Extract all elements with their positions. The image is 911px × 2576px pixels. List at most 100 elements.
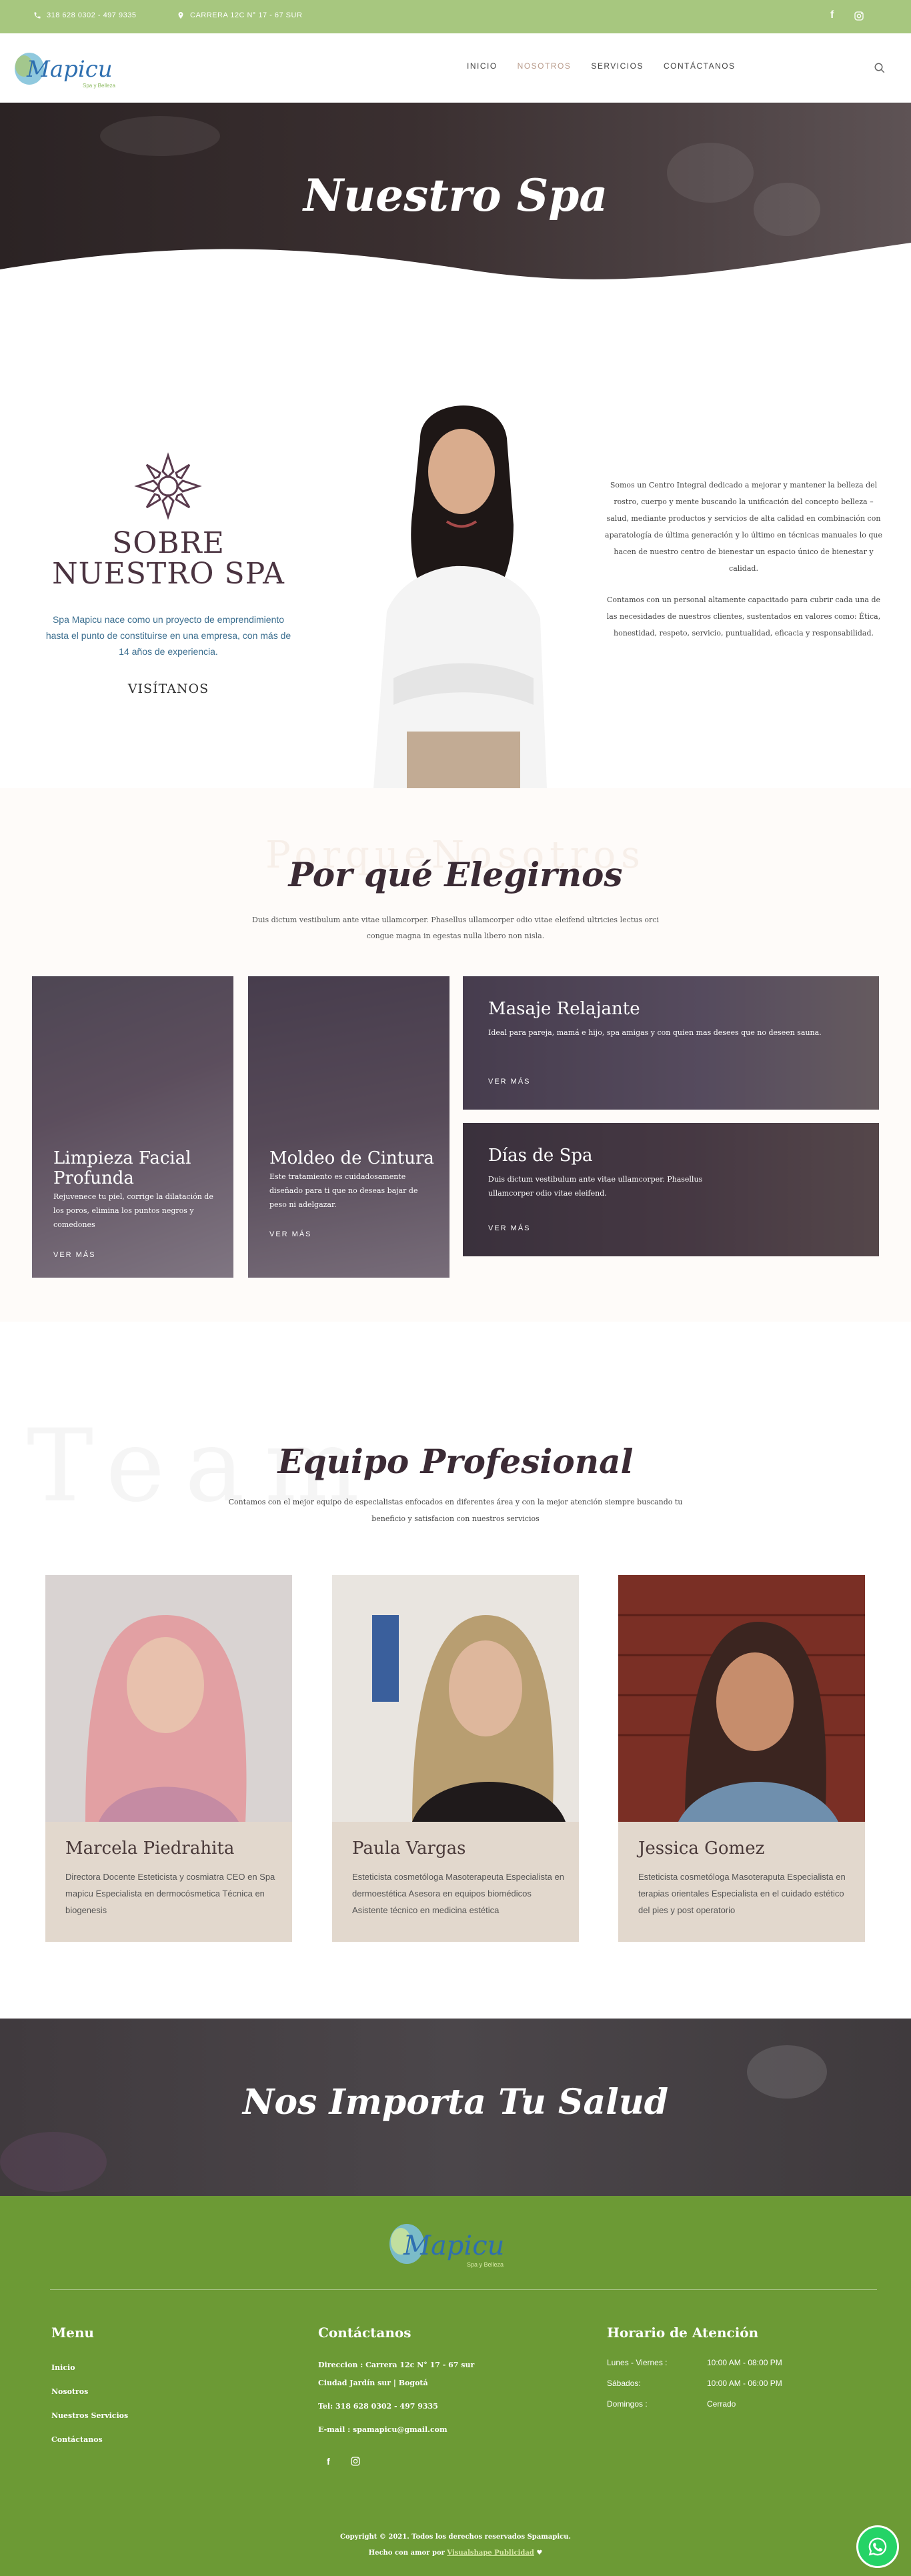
svg-text:Spa y Belleza: Spa y Belleza bbox=[83, 83, 115, 89]
hours-day: Lunes - Viernes : bbox=[607, 2358, 668, 2367]
why-title: Por qué Elegirnos bbox=[288, 855, 623, 894]
footer-menu: Inicio Nosotros Nuestros Servicios Contá… bbox=[51, 2356, 128, 2452]
hours-day: Sábados: bbox=[607, 2379, 641, 2388]
card-text: Ideal para pareja, mamá e hijo, spa amig… bbox=[488, 1028, 822, 1037]
footer-hours-title: Horario de Atención bbox=[607, 2325, 759, 2341]
nav-nosotros[interactable]: NOSOTROS bbox=[518, 61, 572, 71]
card-more-link[interactable]: VER MÁS bbox=[488, 1078, 531, 1086]
about-title-line2: NUESTRO SPA bbox=[52, 557, 285, 591]
footer-link-nosotros[interactable]: Nosotros bbox=[51, 2380, 128, 2404]
team-member-card: Marcela Piedrahita Directora Docente Est… bbox=[45, 1575, 292, 1942]
made-by-line: Hecho con amor por Visualshape Publicida… bbox=[0, 2545, 911, 2561]
about-description: Somos un Centro Integral dedicado a mejo… bbox=[604, 477, 884, 641]
made-by-prefix: Hecho con amor por bbox=[368, 2549, 445, 2557]
location-pin-icon bbox=[178, 12, 183, 19]
site-header: Mapicu Spa y Belleza INICIO NOSOTROS SER… bbox=[0, 33, 911, 103]
top-bar: 318 628 0302 - 497 9335 CARRERA 12C N° 1… bbox=[0, 0, 911, 33]
instagram-icon[interactable] bbox=[854, 11, 864, 21]
about-section: SOBRE NUESTRO SPA Spa Mapicu nace como u… bbox=[0, 291, 911, 788]
main-nav: INICIO NOSOTROS SERVICIOS CONTÁCTANOS bbox=[467, 61, 736, 71]
about-intro: Spa Mapicu nace como un proyecto de empr… bbox=[45, 614, 291, 657]
svg-text:Spa y Belleza: Spa y Belleza bbox=[467, 2261, 504, 2268]
card-title: Moldeo de Cintura bbox=[269, 1148, 434, 1168]
team-member-card: Jessica Gomez Esteticista cosmetóloga Ma… bbox=[618, 1575, 865, 1942]
footer-phone[interactable]: Tel: 318 628 0302 - 497 9335 bbox=[318, 2397, 474, 2415]
member-bio: Directora Docente Esteticista y cosmiatr… bbox=[65, 1872, 275, 1915]
hours-row: Domingos : Cerrado bbox=[607, 2394, 782, 2415]
mapicu-logo-footer[interactable]: Mapicu Spa y Belleza bbox=[383, 2209, 517, 2279]
nav-servicios[interactable]: SERVICIOS bbox=[591, 61, 644, 71]
decor-flowers bbox=[0, 2132, 107, 2192]
card-title: Limpieza Facial Profunda bbox=[53, 1148, 191, 1188]
footer-contact-info: Direccion : Carrera 12c N° 17 - 67 sur C… bbox=[318, 2356, 474, 2439]
hero-banner: Nuestro Spa bbox=[0, 103, 911, 291]
nav-contactanos[interactable]: CONTÁCTANOS bbox=[664, 61, 736, 71]
footer-hours: Lunes - Viernes : 10:00 AM - 08:00 PM Sáb… bbox=[607, 2353, 782, 2415]
team-title: Equipo Profesional bbox=[277, 1442, 634, 1481]
member-photo bbox=[618, 1575, 865, 1822]
card-title: Días de Spa bbox=[488, 1146, 593, 1166]
hours-row: Sábados: 10:00 AM - 06:00 PM bbox=[607, 2373, 782, 2394]
card-text: Duis dictum vestibulum ante vitae ullamc… bbox=[488, 1175, 703, 1198]
service-card-limpieza[interactable]: Limpieza Facial Profunda Rejuvenece tu p… bbox=[32, 976, 233, 1278]
footer-city: Ciudad Jardín sur | Bogotá bbox=[318, 2379, 428, 2387]
service-card-masaje[interactable]: Masaje Relajante Ideal para pareja, mamá… bbox=[463, 976, 879, 1110]
hours-time: Cerrado bbox=[707, 2399, 736, 2409]
about-title: SOBRE NUESTRO SPA bbox=[40, 528, 297, 589]
hero-wave bbox=[0, 243, 911, 291]
agency-link[interactable]: Visualshape Publicidad bbox=[447, 2549, 534, 2557]
lotus-mandala-icon bbox=[134, 452, 202, 520]
member-name: Jessica Gomez bbox=[638, 1838, 765, 1858]
phone-text: 318 628 0302 - 497 9335 bbox=[47, 11, 137, 19]
phone-icon bbox=[34, 12, 41, 19]
site-footer: Mapicu Spa y Belleza Menu Inicio Nosotro… bbox=[0, 2196, 911, 2576]
hours-row: Lunes - Viernes : 10:00 AM - 08:00 PM bbox=[607, 2353, 782, 2373]
banner-title: Nos Importa Tu Salud bbox=[242, 2082, 669, 2123]
search-icon[interactable] bbox=[874, 62, 886, 74]
card-text: Este tratamiento es cuidadosamente diseñ… bbox=[269, 1172, 418, 1209]
footer-email[interactable]: E-mail : spamapicu@gmail.com bbox=[318, 2421, 474, 2439]
svg-text:Mapicu: Mapicu bbox=[26, 56, 113, 83]
footer-link-contactanos[interactable]: Contáctanos bbox=[51, 2428, 128, 2452]
footer-contact-title: Contáctanos bbox=[318, 2325, 411, 2341]
nav-inicio[interactable]: INICIO bbox=[467, 61, 498, 71]
topbar-social: f bbox=[830, 9, 864, 21]
team-subtitle: Contamos con el mejor equipo de especial… bbox=[228, 1498, 683, 1523]
about-paragraph-2: Contamos con un personal altamente capac… bbox=[606, 595, 881, 637]
footer-address: Direccion : Carrera 12c N° 17 - 67 sur bbox=[318, 2361, 475, 2369]
hours-day: Domingos : bbox=[607, 2399, 648, 2409]
svg-text:Mapicu: Mapicu bbox=[403, 2231, 504, 2261]
mapicu-logo[interactable]: Mapicu Spa y Belleza bbox=[9, 43, 129, 93]
footer-link-inicio[interactable]: Inicio bbox=[51, 2356, 128, 2380]
address-info: CARRERA 12C N° 17 - 67 SUR bbox=[177, 11, 302, 19]
member-photo bbox=[45, 1575, 292, 1822]
whatsapp-button[interactable] bbox=[856, 2525, 899, 2568]
footer-copyright: Copyright © 2021. Todos los derechos res… bbox=[0, 2529, 911, 2561]
card-overlay bbox=[32, 976, 233, 1278]
facebook-icon[interactable]: f bbox=[327, 2456, 330, 2467]
member-bio: Esteticista cosmetóloga Masoteraputa Esp… bbox=[638, 1872, 846, 1915]
card-more-link[interactable]: VER MÁS bbox=[488, 1224, 531, 1232]
address-text: CARRERA 12C N° 17 - 67 SUR bbox=[190, 11, 303, 19]
card-title: Masaje Relajante bbox=[488, 999, 640, 1019]
visit-button[interactable]: VISÍTANOS bbox=[40, 682, 297, 696]
card-more-link[interactable]: VER MÁS bbox=[53, 1251, 96, 1259]
card-text: Rejuvenece tu piel, corrige la dilatació… bbox=[53, 1192, 213, 1229]
instagram-icon[interactable] bbox=[350, 2456, 361, 2467]
service-card-dias-spa[interactable]: Días de Spa Duis dictum vestibulum ante … bbox=[463, 1123, 879, 1256]
footer-social: f bbox=[327, 2456, 361, 2467]
decor-towel bbox=[100, 116, 220, 156]
woman-portrait-image bbox=[373, 405, 547, 788]
heart-icon: ♥ bbox=[536, 2549, 543, 2557]
about-title-line1: SOBRE bbox=[112, 526, 225, 560]
service-card-moldeo[interactable]: Moldeo de Cintura Este tratamiento es cu… bbox=[248, 976, 449, 1278]
facebook-icon[interactable]: f bbox=[830, 9, 834, 21]
why-section: PorqueNosotros Por qué Elegirnos Duis di… bbox=[0, 788, 911, 1322]
member-bio: Esteticista cosmetóloga Masoterapeuta Es… bbox=[352, 1872, 564, 1915]
phone-info[interactable]: 318 628 0302 - 497 9335 bbox=[33, 11, 136, 19]
member-name: Marcela Piedrahita bbox=[65, 1838, 235, 1858]
card-overlay bbox=[463, 976, 879, 1110]
footer-link-servicios[interactable]: Nuestros Servicios bbox=[51, 2404, 128, 2428]
about-paragraph-1: Somos un Centro Integral dedicado a mejo… bbox=[605, 481, 882, 573]
card-more-link[interactable]: VER MÁS bbox=[269, 1230, 312, 1238]
